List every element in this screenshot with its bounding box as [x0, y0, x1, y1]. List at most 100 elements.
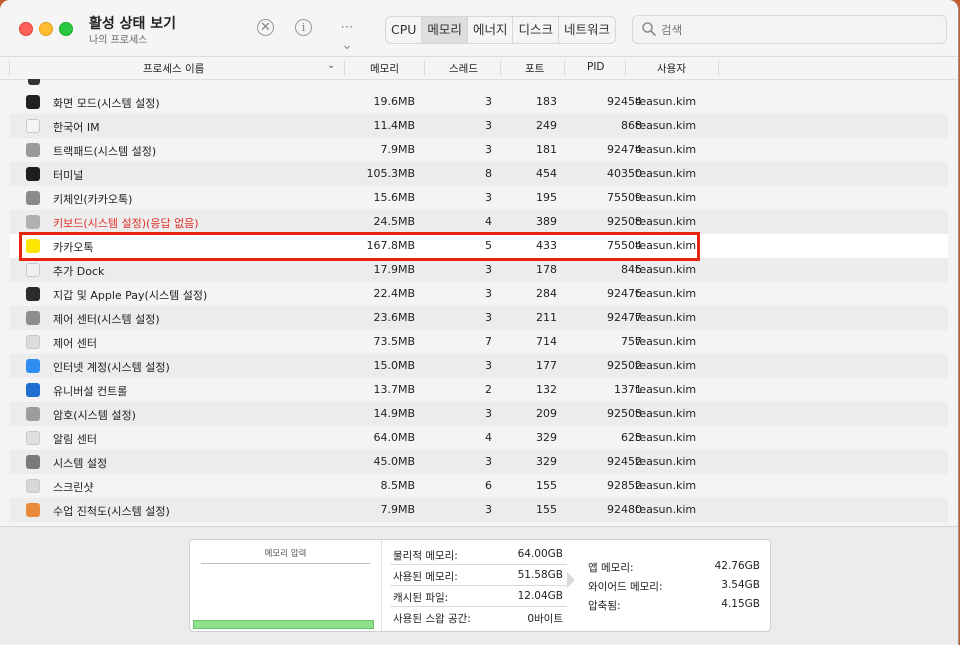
tab-disk[interactable]: 디스크 [513, 17, 559, 43]
table-row[interactable]: 알림 센터 64.0MB 4 329 623 teasun.kim [10, 426, 948, 450]
table-row-selected[interactable]: 카카오톡 167.8MB 5 433 75504 teasun.kim [10, 234, 948, 258]
memory-summary-panel: 메모리 압력 물리적 메모리: 64.00GB 사용된 메모리: 51.58GB 캐시된… [189, 539, 771, 632]
memory-breakdown-value: 3.54GB [721, 579, 760, 591]
column-header-threads[interactable]: 스레드 [449, 61, 478, 76]
stat-label: 물리적 메모리: [393, 550, 458, 562]
app-icon [28, 79, 40, 85]
process-name: 시스템 설정 [53, 457, 108, 470]
trackpad-icon [26, 143, 40, 157]
table-row[interactable]: 한국어 IM 11.4MB 3 249 868 teasun.kim [10, 114, 948, 138]
threads-value: 2 [485, 383, 492, 396]
process-name: 지갑 및 Apple Pay(시스템 설정) [53, 289, 208, 302]
column-separator[interactable] [424, 60, 425, 76]
memory-breakdown-value: 4.15GB [721, 598, 760, 610]
column-separator[interactable] [500, 60, 501, 76]
table-row[interactable]: 유니버설 컨트롤 13.7MB 2 132 1371 teasun.kim [10, 378, 948, 402]
key-icon [26, 407, 40, 421]
info-icon[interactable]: i [295, 19, 312, 36]
user-value: teasun.kim [635, 95, 697, 108]
tab-energy[interactable]: 에너지 [468, 17, 514, 43]
sort-chevron-icon[interactable]: ⌄ [327, 60, 335, 71]
expand-arrow-icon [567, 572, 575, 588]
stat-row: 물리적 메모리: 64.00GB [390, 544, 567, 565]
stop-process-icon[interactable]: ✕ [257, 19, 274, 36]
table-row[interactable]: 인터넷 계정(시스템 설정) 15.0MB 3 177 92502 teasun.kim [10, 354, 948, 378]
process-name: 키체인(카카오톡) [53, 193, 133, 206]
stat-label: 사용된 메모리: [393, 571, 458, 583]
threads-value: 3 [485, 95, 492, 108]
control-center-icon [26, 335, 40, 349]
table-row[interactable]: 암호(시스템 설정) 14.9MB 3 209 92503 teasun.kim [10, 402, 948, 426]
column-separator[interactable] [718, 60, 719, 76]
table-row[interactable]: 터미널 105.3MB 8 454 40350 teasun.kim [10, 162, 948, 186]
table-row[interactable]: 화면 모드(시스템 설정) 19.6MB 3 183 92454 teasun.kim [10, 90, 948, 114]
memory-value: 45.0MB [373, 455, 415, 468]
threads-value: 3 [485, 359, 492, 372]
user-value: teasun.kim [635, 143, 697, 156]
memory-pressure-graph: 메모리 압력 [190, 540, 382, 631]
notification-center-icon [26, 431, 40, 445]
user-value: teasun.kim [635, 263, 697, 276]
ports-value: 249 [536, 119, 557, 132]
column-separator [9, 60, 10, 76]
threads-value: 7 [485, 335, 492, 348]
tab-cpu[interactable]: CPU [386, 17, 423, 43]
table-row[interactable]: 키체인(카카오톡) 15.6MB 3 195 75509 teasun.kim [10, 186, 948, 210]
table-row[interactable]: 수업 진척도(시스템 설정) 7.9MB 3 155 92480 teasun.kim [10, 498, 948, 522]
table-row[interactable]: 스크린샷 8.5MB 6 155 92852 teasun.kim [10, 474, 948, 498]
minimize-window-button[interactable] [39, 22, 53, 36]
search-icon [642, 22, 656, 36]
process-name: 트랙패드(시스템 설정) [53, 145, 157, 158]
tab-network[interactable]: 네트워크 [559, 17, 615, 43]
column-separator[interactable] [564, 60, 565, 76]
table-row[interactable]: 지갑 및 Apple Pay(시스템 설정) 22.4MB 3 284 92476 tea… [10, 282, 948, 306]
process-name: 제어 센터(시스템 설정) [53, 313, 160, 326]
kakaotalk-icon [26, 239, 40, 253]
ports-value: 155 [536, 479, 557, 492]
stat-label: 캐시된 파일: [393, 592, 449, 604]
column-header-user[interactable]: 사용자 [657, 61, 686, 76]
keychain-icon [26, 191, 40, 205]
table-row[interactable]: 시스템 설정 45.0MB 3 329 92452 teasun.kim [10, 450, 948, 474]
screenshot-icon [26, 479, 40, 493]
wallet-icon [26, 287, 40, 301]
memory-value: 19.6MB [373, 95, 415, 108]
ports-value: 284 [536, 287, 557, 300]
display-icon [26, 95, 40, 109]
column-header-pid[interactable]: PID [587, 61, 605, 73]
user-value: teasun.kim [635, 431, 697, 444]
table-row[interactable]: 트랙패드(시스템 설정) 7.9MB 3 181 92474 teasun.kim [10, 138, 948, 162]
table-row[interactable]: 키보드(시스템 설정)(응답 없음) 24.5MB 4 389 92508 teasun.… [10, 210, 948, 234]
memory-value: 23.6MB [373, 311, 415, 324]
close-window-button[interactable] [19, 22, 33, 36]
keyboard-icon [26, 215, 40, 229]
universal-control-icon [26, 383, 40, 397]
threads-value: 3 [485, 455, 492, 468]
memory-stats: 물리적 메모리: 64.00GB 사용된 메모리: 51.58GB 캐시된 파일: 12.… [390, 544, 567, 627]
search-field[interactable] [632, 15, 947, 44]
search-input[interactable] [659, 20, 943, 40]
process-name: 화면 모드(시스템 설정) [53, 97, 160, 110]
column-separator[interactable] [344, 60, 345, 76]
table-row[interactable]: 추가 Dock 17.9MB 3 178 845 teasun.kim [10, 258, 948, 282]
more-options-icon[interactable]: ⋯ ⌄ [333, 19, 361, 53]
user-value: teasun.kim [635, 311, 697, 324]
column-header-ports[interactable]: 포트 [525, 61, 544, 76]
partially-hidden-row[interactable] [10, 79, 948, 90]
process-name: 유니버설 컨트롤 [53, 385, 128, 398]
ports-value: 454 [536, 167, 557, 180]
table-row[interactable]: 제어 센터(시스템 설정) 23.6MB 3 211 92477 teasun.kim [10, 306, 948, 330]
stat-value: 0바이트 [527, 613, 563, 625]
user-value: teasun.kim [635, 191, 697, 204]
tab-memory[interactable]: 메모리 [422, 17, 468, 43]
table-row[interactable]: 제어 센터 73.5MB 7 714 757 teasun.kim [10, 330, 948, 354]
zoom-window-button[interactable] [59, 22, 73, 36]
column-separator[interactable] [625, 60, 626, 76]
threads-value: 6 [485, 479, 492, 492]
column-header-process-name[interactable]: 프로세스 이름 [143, 61, 204, 76]
control-center-settings-icon [26, 311, 40, 325]
graph-baseline [201, 563, 370, 564]
column-header-memory[interactable]: 메모리 [370, 61, 399, 76]
memory-value: 105.3MB [366, 167, 415, 180]
stat-value: 64.00GB [517, 548, 563, 560]
